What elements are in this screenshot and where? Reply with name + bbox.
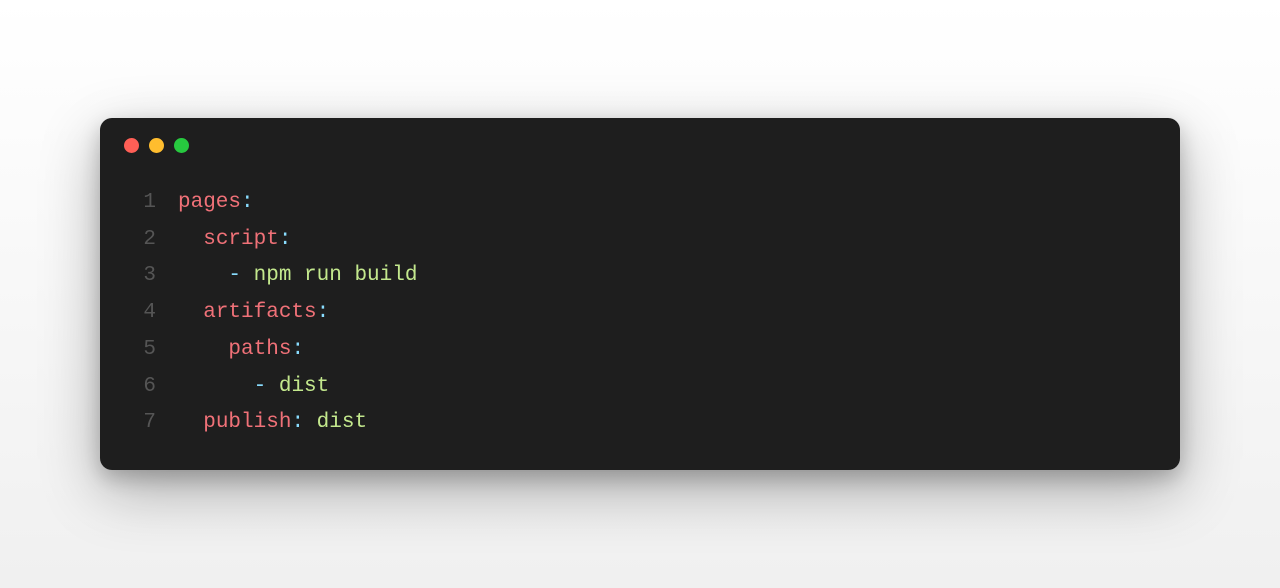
code-content: paths: bbox=[178, 332, 304, 369]
code-content: artifacts: bbox=[178, 295, 329, 332]
window-titlebar bbox=[100, 118, 1180, 161]
minimize-icon[interactable] bbox=[149, 138, 164, 153]
code-editor: 1 pages: 2 script: 3 - npm run build 4 a… bbox=[100, 161, 1180, 470]
code-content: - dist bbox=[178, 369, 329, 406]
code-line: 2 script: bbox=[124, 222, 1156, 259]
maximize-icon[interactable] bbox=[174, 138, 189, 153]
code-line: 3 - npm run build bbox=[124, 258, 1156, 295]
code-content: publish: dist bbox=[178, 405, 367, 442]
code-line: 7 publish: dist bbox=[124, 405, 1156, 442]
code-line: 5 paths: bbox=[124, 332, 1156, 369]
code-content: script: bbox=[178, 222, 291, 259]
code-content: - npm run build bbox=[178, 258, 417, 295]
code-line: 6 - dist bbox=[124, 369, 1156, 406]
line-number: 7 bbox=[124, 405, 156, 442]
code-line: 1 pages: bbox=[124, 185, 1156, 222]
line-number: 1 bbox=[124, 185, 156, 222]
line-number: 5 bbox=[124, 332, 156, 369]
code-content: pages: bbox=[178, 185, 254, 222]
line-number: 2 bbox=[124, 222, 156, 259]
line-number: 4 bbox=[124, 295, 156, 332]
close-icon[interactable] bbox=[124, 138, 139, 153]
line-number: 3 bbox=[124, 258, 156, 295]
code-window: 1 pages: 2 script: 3 - npm run build 4 a… bbox=[100, 118, 1180, 470]
line-number: 6 bbox=[124, 369, 156, 406]
code-line: 4 artifacts: bbox=[124, 295, 1156, 332]
